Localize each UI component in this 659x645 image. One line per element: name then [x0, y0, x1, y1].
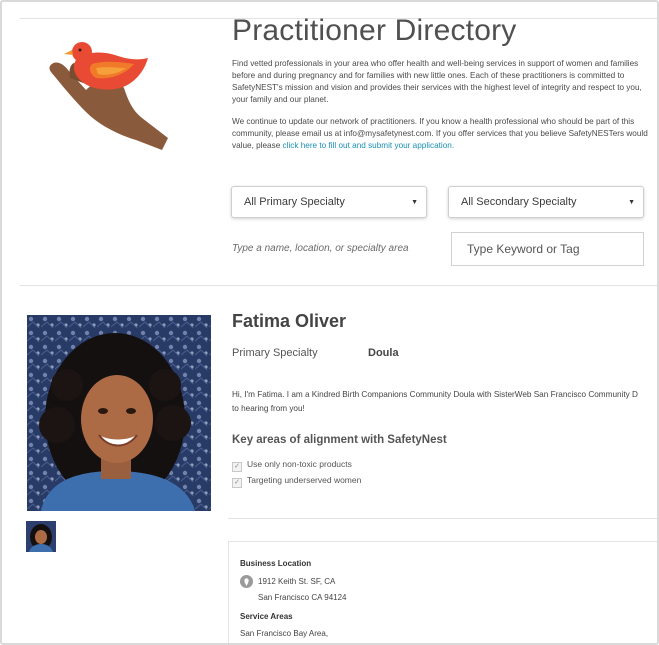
profile-divider: [228, 518, 657, 519]
address-line-2: San Francisco CA 94124: [258, 593, 347, 602]
alignment-item-label: Use only non-toxic products: [247, 459, 352, 469]
primary-specialty-value: All Primary Specialty: [244, 196, 345, 208]
application-link[interactable]: click here to fill out and submit your a…: [283, 141, 455, 150]
primary-specialty-select[interactable]: All Primary Specialty ▼: [231, 186, 427, 218]
map-pin-icon: [240, 575, 253, 588]
page-frame: Practitioner Directory Find vetted profe…: [0, 0, 659, 645]
keyword-search-input[interactable]: [451, 232, 644, 266]
alignment-item-label: Targeting underserved women: [247, 475, 362, 485]
practitioner-bio: Hi, I'm Fatima. I am a Kindred Birth Com…: [232, 388, 657, 416]
search-hint: Type a name, location, or specialty area: [232, 243, 409, 254]
address-line-1: 1912 Keith St. SF, CA: [258, 577, 336, 586]
alignment-heading: Key areas of alignment with SafetyNest: [232, 434, 447, 446]
practitioner-photo-thumbnail[interactable]: [26, 521, 56, 552]
page-title: Practitioner Directory: [232, 14, 517, 47]
bio-line: to hearing from you!: [232, 404, 305, 413]
caret-down-icon: ▼: [411, 199, 418, 206]
practitioner-photo[interactable]: [27, 315, 211, 511]
hand-holding-bird-logo: [49, 42, 168, 150]
alignment-item: ✓ Use only non-toxic products: [232, 459, 352, 472]
service-areas-label: Service Areas: [240, 612, 293, 621]
service-areas-value: San Francisco Bay Area,: [240, 629, 329, 638]
primary-specialty-value: Doula: [368, 347, 399, 359]
primary-specialty-label: Primary Specialty: [232, 347, 318, 359]
intro-paragraph: Find vetted professionals in your area w…: [232, 59, 642, 104]
business-info-card: Business Location 1912 Keith St. SF, CA …: [228, 541, 657, 643]
alignment-item: ✓ Targeting underserved women: [232, 475, 361, 488]
checkbox-icon: ✓: [232, 478, 242, 488]
bio-line: Hi, I'm Fatima. I am a Kindred Birth Com…: [232, 390, 638, 399]
practitioner-name: Fatima Oliver: [232, 311, 347, 331]
intro-update-paragraph: We continue to update our network of pra…: [232, 116, 652, 152]
business-location-label: Business Location: [240, 559, 312, 568]
caret-down-icon: ▼: [628, 199, 635, 206]
filter-divider: [20, 285, 657, 286]
secondary-specialty-value: All Secondary Specialty: [461, 196, 577, 208]
secondary-specialty-select[interactable]: All Secondary Specialty ▼: [448, 186, 644, 218]
checkbox-icon: ✓: [232, 462, 242, 472]
